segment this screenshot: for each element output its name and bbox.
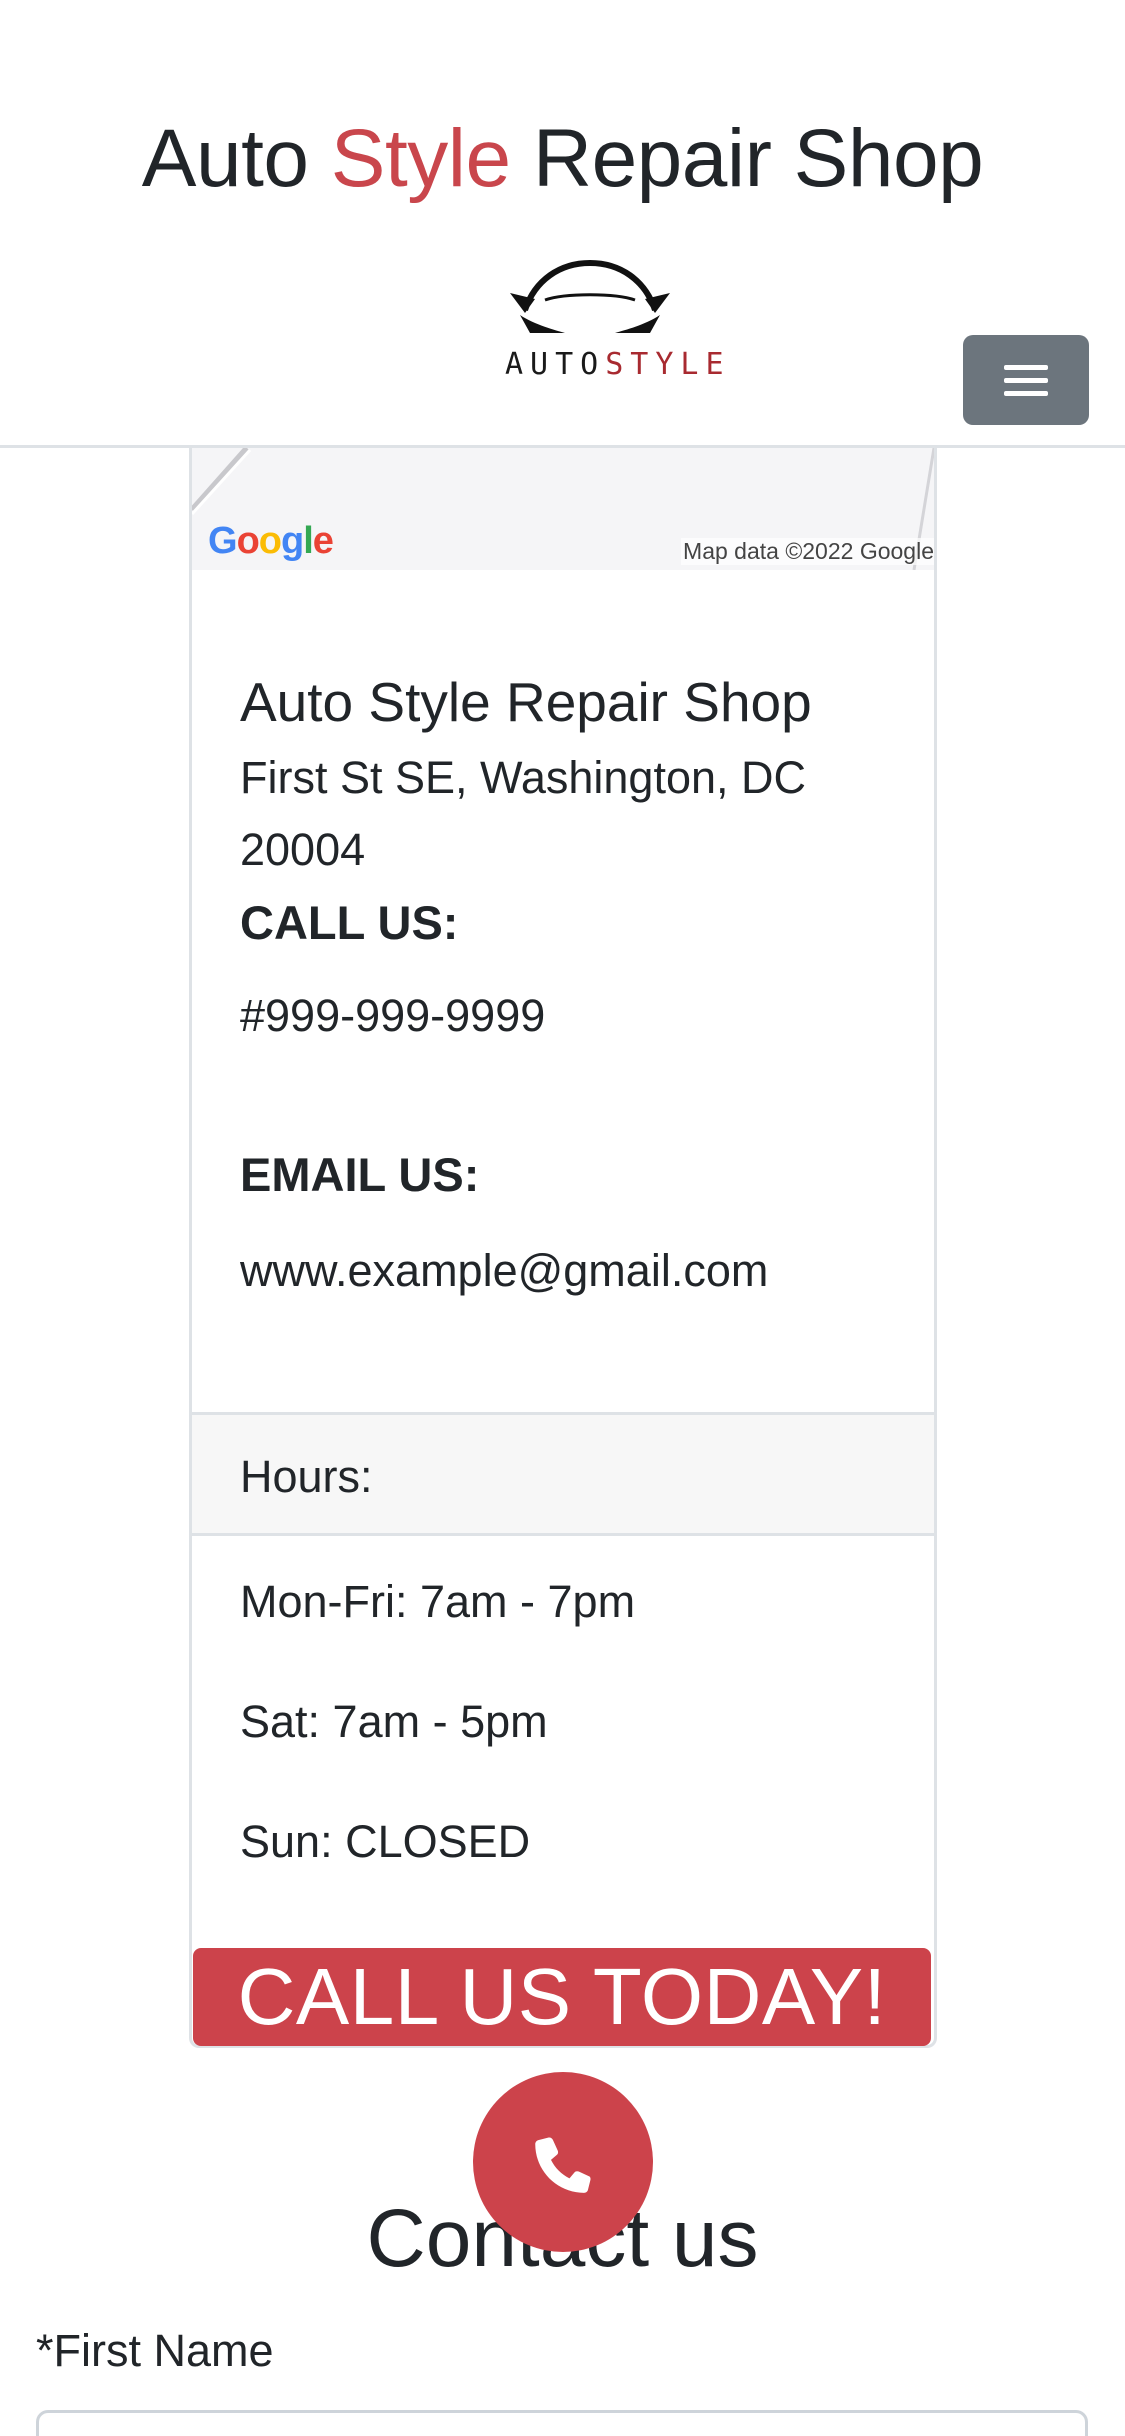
email-us-label: EMAIL US: bbox=[240, 1148, 480, 1201]
hours-sunday: Sun: CLOSED bbox=[240, 1816, 531, 1867]
title-accent: Style bbox=[330, 113, 511, 204]
call-fab-button[interactable] bbox=[473, 2072, 653, 2252]
phone-number[interactable]: #999-999-9999 bbox=[240, 990, 545, 1042]
email-address[interactable]: www.example@gmail.com bbox=[240, 1245, 768, 1297]
title-part2: Repair Shop bbox=[510, 113, 984, 204]
hours-header: Hours: bbox=[192, 1412, 934, 1536]
menu-toggle-button[interactable] bbox=[963, 335, 1089, 425]
title-part1: Auto bbox=[141, 113, 331, 204]
business-info-card: Google Map data ©2022 Google Auto Style … bbox=[189, 448, 937, 2048]
logo-style-text: STYLE bbox=[605, 347, 731, 382]
hours-saturday: Sat: 7am - 5pm bbox=[240, 1696, 548, 1747]
hamburger-icon bbox=[1004, 364, 1048, 370]
logo-auto-text: AUTO bbox=[505, 347, 606, 382]
site-title[interactable]: Auto Style Repair Shop bbox=[0, 112, 1125, 206]
google-logo: Google bbox=[208, 520, 334, 562]
business-name: Auto Style Repair Shop bbox=[240, 671, 812, 733]
hours-header-label: Hours: bbox=[240, 1451, 373, 1502]
hours-weekday: Mon-Fri: 7am - 7pm bbox=[240, 1576, 636, 1627]
call-us-today-button[interactable]: CALL US TODAY! bbox=[193, 1948, 931, 2046]
first-name-label: *First Name bbox=[36, 2325, 274, 2376]
hamburger-icon-line bbox=[1004, 390, 1048, 396]
business-address: First St SE, Washington, DC 20004 bbox=[240, 752, 806, 875]
logo-wordmark: AUTOSTYLE bbox=[505, 347, 724, 382]
call-us-label: CALL US: bbox=[240, 896, 459, 949]
phone-icon bbox=[535, 2137, 591, 2193]
map-embed[interactable]: Google Map data ©2022 Google bbox=[192, 448, 934, 570]
site-header: Auto Style Repair Shop AUTOSTYLE bbox=[0, 0, 1125, 448]
hamburger-icon-line bbox=[1004, 377, 1048, 383]
map-credit[interactable]: Map data ©2022 Google bbox=[681, 538, 934, 565]
site-logo[interactable]: AUTOSTYLE bbox=[505, 255, 724, 385]
first-name-input[interactable] bbox=[36, 2410, 1088, 2436]
car-logo-icon bbox=[510, 259, 670, 333]
